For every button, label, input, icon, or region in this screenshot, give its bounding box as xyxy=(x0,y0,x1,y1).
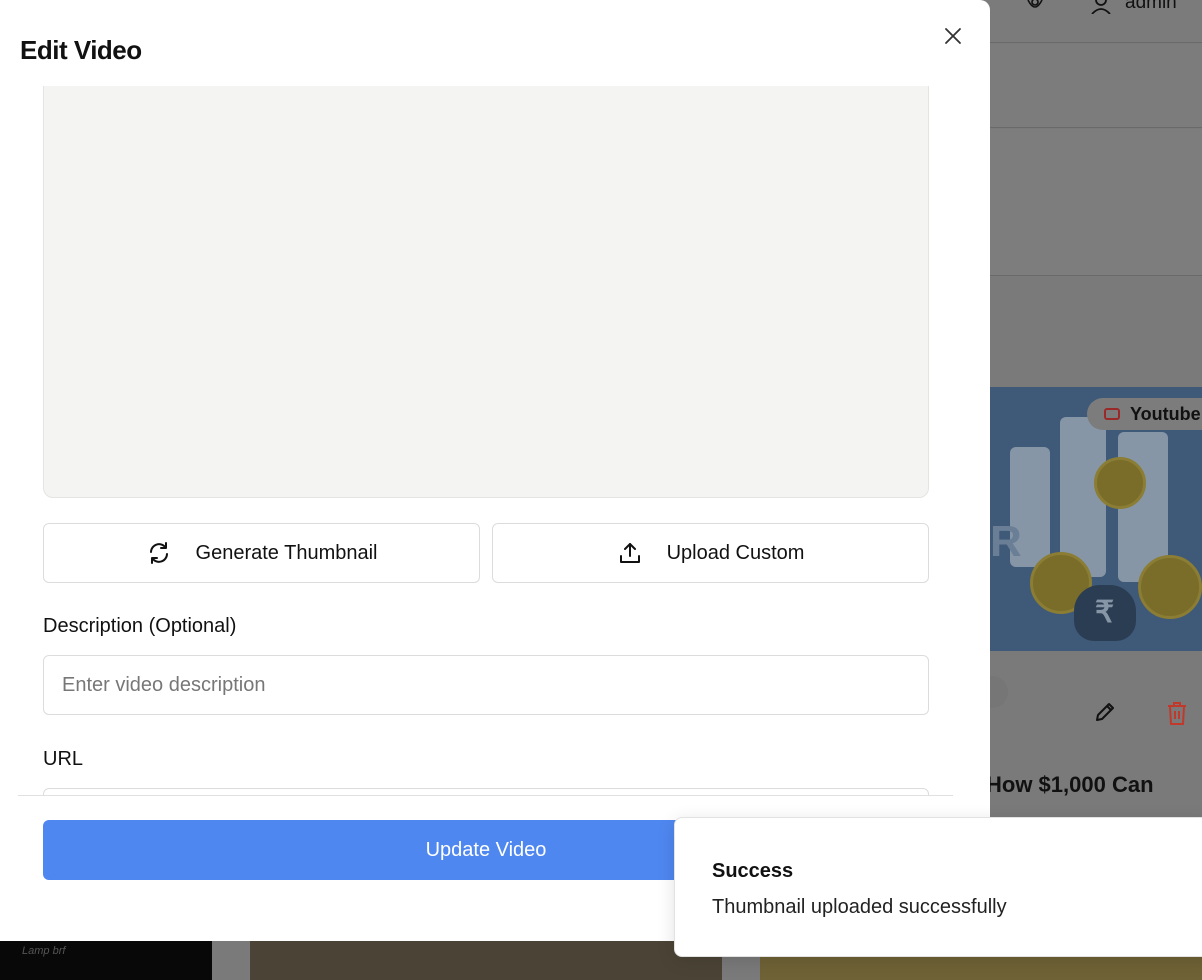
close-button[interactable] xyxy=(940,23,966,49)
description-label: Description (Optional) xyxy=(43,615,237,637)
dialog-scroll-area[interactable]: Generate Thumbnail Upload Custom Descrip… xyxy=(0,86,990,795)
url-input[interactable] xyxy=(43,788,929,795)
thumbnail-caption: Lamp brf xyxy=(22,945,66,957)
upload-custom-button[interactable]: Upload Custom xyxy=(492,523,929,583)
dialog-title: Edit Video xyxy=(20,35,142,65)
generate-thumbnail-button[interactable]: Generate Thumbnail xyxy=(43,523,480,583)
background-panel xyxy=(990,44,1202,128)
platform-badge: Youtube xyxy=(1087,398,1202,430)
description-input[interactable] xyxy=(43,655,929,715)
success-toast[interactable]: Success Thumbnail uploaded successfully xyxy=(674,817,1202,957)
background-panel xyxy=(990,129,1202,276)
settings-gear-icon[interactable] xyxy=(1024,0,1046,14)
video-card-thumbnail[interactable]: Lamp brf xyxy=(0,941,212,980)
toast-title: Success xyxy=(712,860,794,882)
thumbnail-preview xyxy=(43,86,929,498)
user-name-label[interactable]: admin xyxy=(1125,0,1177,14)
close-icon xyxy=(945,28,961,44)
footer-divider xyxy=(18,795,953,796)
upload-icon xyxy=(617,540,643,566)
user-icon[interactable] xyxy=(1090,0,1112,14)
generate-thumbnail-label: Generate Thumbnail xyxy=(195,541,378,564)
video-card-thumbnail[interactable] xyxy=(250,941,722,980)
upload-custom-label: Upload Custom xyxy=(666,541,805,564)
refresh-icon xyxy=(146,540,172,566)
edit-pencil-icon[interactable] xyxy=(1093,700,1117,724)
platform-badge-label: Youtube xyxy=(1130,404,1201,424)
youtube-icon xyxy=(1104,408,1120,420)
edit-video-dialog: Edit Video Generate Thumbnail Upload Cus… xyxy=(0,0,990,941)
delete-trash-icon[interactable] xyxy=(1165,700,1189,726)
url-label: URL xyxy=(43,748,84,770)
toast-message: Thumbnail uploaded successfully xyxy=(712,896,1007,918)
